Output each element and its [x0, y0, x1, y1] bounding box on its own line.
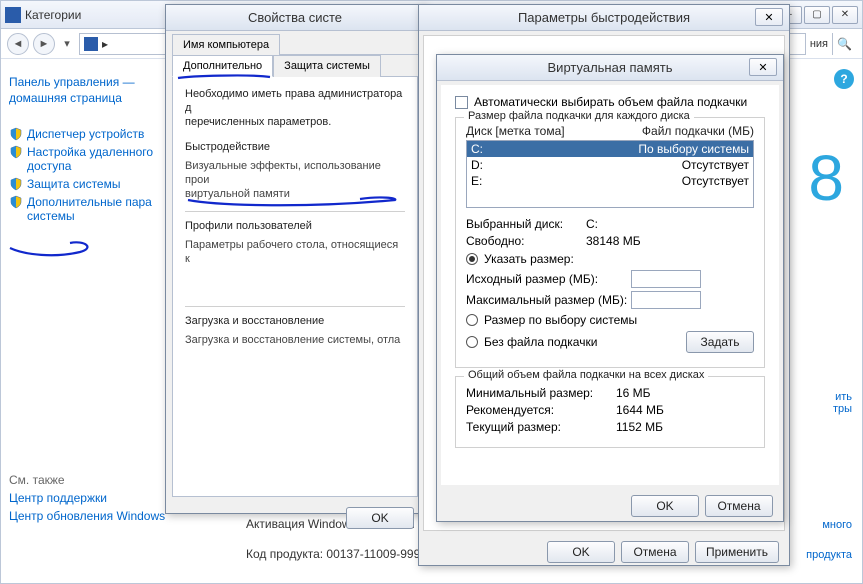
shield-icon — [9, 145, 23, 159]
system-managed-label: Размер по выбору системы — [484, 313, 637, 327]
auto-manage-checkbox[interactable] — [455, 96, 468, 109]
app-icon — [5, 7, 21, 23]
control-panel-home-link-2[interactable]: домашняя страница — [9, 91, 181, 105]
tab-computer-name[interactable]: Имя компьютера — [172, 34, 280, 55]
system-protection-link[interactable]: Защита системы — [9, 177, 181, 191]
shield-icon — [9, 177, 23, 191]
initial-size-label: Исходный размер (МБ): — [466, 272, 631, 286]
vmem-close-button[interactable]: ✕ — [749, 58, 777, 76]
virtual-memory-dialog: Виртуальная память ✕ Автоматически выбир… — [436, 54, 784, 522]
per-drive-group-label: Размер файла подкачки для каждого диска — [464, 110, 694, 122]
custom-size-label: Указать размер: — [484, 252, 574, 266]
product-link[interactable]: продукта — [806, 549, 852, 561]
perf-cancel-button[interactable]: Отмена — [621, 541, 689, 563]
drive-list[interactable]: C:По выбору системы D:Отсутствует E:Отсу… — [466, 140, 754, 208]
initial-size-input[interactable] — [631, 270, 701, 288]
action-center-link[interactable]: Центр поддержки — [9, 491, 181, 505]
search-icon[interactable]: 🔍 — [832, 33, 856, 55]
no-paging-radio[interactable] — [466, 336, 478, 348]
path-tail: ния — [810, 38, 828, 50]
rec-value: 1644 МБ — [616, 403, 664, 417]
vmem-ok-button[interactable]: OK — [631, 495, 699, 517]
history-dropdown[interactable]: ▾ — [59, 33, 75, 55]
vmem-title: Виртуальная память — [548, 60, 673, 75]
sysprop-ok-button[interactable]: OK — [346, 507, 414, 529]
cur-value: 1152 МБ — [616, 420, 663, 434]
sysprop-title: Свойства систе — [248, 10, 342, 25]
profiles-heading: Профили пользователей — [185, 220, 405, 232]
sysprop-tabs-2: Дополнительно Защита системы — [172, 54, 418, 77]
perf-close-button[interactable]: ✕ — [755, 8, 783, 26]
max-size-label: Максимальный размер (МБ): — [466, 293, 631, 307]
vmem-cancel-button[interactable]: Отмена — [705, 495, 773, 517]
perf-heading: Быстродействие — [185, 141, 405, 153]
drive-row-d[interactable]: D:Отсутствует — [467, 157, 753, 173]
see-also-header: См. также — [9, 473, 181, 487]
shield-icon — [9, 195, 23, 209]
advanced-system-link[interactable]: Дополнительные парасистемы — [9, 195, 181, 223]
vmem-titlebar[interactable]: Виртуальная память ✕ — [437, 55, 783, 81]
help-icon[interactable]: ? — [834, 69, 854, 89]
max-size-input[interactable] — [631, 291, 701, 309]
selected-drive-label: Выбранный диск: — [466, 217, 586, 231]
free-space-value: 38148 МБ — [586, 234, 641, 248]
drive-row-c[interactable]: C:По выбору системы — [467, 141, 753, 157]
set-button[interactable]: Задать — [686, 331, 754, 353]
product-key-text: Код продукта: 00137-11009-999 — [246, 547, 420, 561]
maximize-button[interactable]: ▢ — [804, 6, 830, 24]
forward-button[interactable]: ► — [33, 33, 55, 55]
sysprop-titlebar[interactable]: Свойства систе — [166, 5, 424, 31]
admin-note: Необходимо иметь права администратора д … — [185, 87, 405, 129]
shield-icon — [9, 127, 23, 141]
vmem-body: Автоматически выбирать объем файла подка… — [441, 85, 779, 485]
right-link-group[interactable]: ить тры — [833, 391, 852, 415]
perf-title: Параметры быстродействия — [518, 10, 690, 25]
more-link[interactable]: много — [822, 519, 852, 531]
perf-ok-button[interactable]: OK — [547, 541, 615, 563]
remote-settings-link[interactable]: Настройка удаленногодоступа — [9, 145, 181, 173]
no-paging-label: Без файла подкачки — [484, 335, 597, 349]
perf-desc: Визуальные эффекты, использование прои в… — [185, 159, 405, 201]
drive-row-e[interactable]: E:Отсутствует — [467, 173, 753, 189]
rec-label: Рекомендуется: — [466, 403, 616, 417]
tab-protection[interactable]: Защита системы — [273, 55, 381, 77]
cur-label: Текущий размер: — [466, 420, 616, 434]
sysprop-tabs: Имя компьютера — [172, 33, 418, 55]
windows-update-link[interactable]: Центр обновления Windows — [9, 509, 181, 523]
total-group-label: Общий объем файла подкачки на всех диска… — [464, 369, 708, 381]
boot-desc: Загрузка и восстановление системы, отла — [185, 333, 405, 347]
back-button[interactable]: ◄ — [7, 33, 29, 55]
windows-8-logo: 8 — [808, 141, 844, 215]
custom-size-radio[interactable] — [466, 253, 478, 265]
free-space-label: Свободно: — [466, 234, 586, 248]
col-paging: Файл подкачки (МБ) — [642, 124, 754, 138]
system-managed-radio[interactable] — [466, 314, 478, 326]
total-group: Общий объем файла подкачки на всех диска… — [455, 376, 765, 448]
path-icon — [84, 37, 98, 51]
side-panel: Панель управления — домашняя страница Ди… — [1, 61, 189, 583]
boot-heading: Загрузка и восстановление — [185, 315, 405, 327]
sysprop-body: Необходимо иметь права администратора д … — [172, 77, 418, 497]
system-properties-dialog: Свойства систе Имя компьютера Дополнител… — [165, 4, 425, 514]
perf-titlebar[interactable]: Параметры быстродействия ✕ — [419, 5, 789, 31]
col-drive: Диск [метка тома] — [466, 124, 642, 138]
tab-advanced[interactable]: Дополнительно — [172, 55, 273, 77]
control-panel-home-link[interactable]: Панель управления — — [9, 75, 181, 89]
min-label: Минимальный размер: — [466, 386, 616, 400]
perf-apply-button[interactable]: Применить — [695, 541, 779, 563]
profiles-desc: Параметры рабочего стола, относящиеся к — [185, 238, 405, 266]
auto-manage-label: Автоматически выбирать объем файла подка… — [474, 95, 747, 109]
per-drive-group: Размер файла подкачки для каждого диска … — [455, 117, 765, 368]
selected-drive-value: C: — [586, 217, 598, 231]
close-button[interactable]: ✕ — [832, 6, 858, 24]
min-value: 16 МБ — [616, 386, 651, 400]
device-manager-link[interactable]: Диспетчер устройств — [9, 127, 181, 141]
path-chevron: ▸ — [102, 37, 108, 51]
